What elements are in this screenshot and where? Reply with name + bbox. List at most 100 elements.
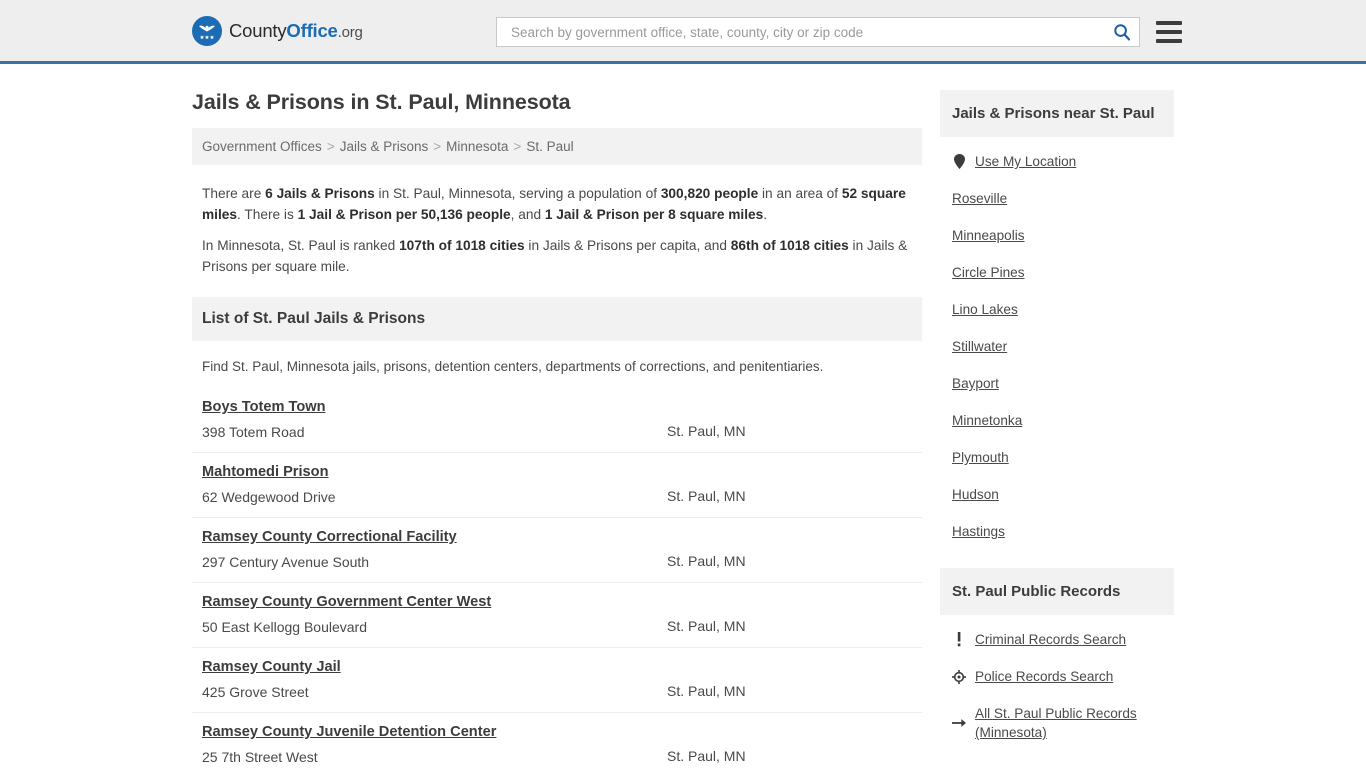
public-record-label[interactable]: All St. Paul Public Records (Minnesota) (975, 704, 1174, 742)
public-record-label[interactable]: Criminal Records Search (975, 630, 1126, 649)
facility-address: 398 Totem Road (202, 424, 305, 440)
facility-name-link[interactable]: Ramsey County Juvenile Detention Center (202, 724, 496, 740)
sidebar-item-roseville[interactable]: Roseville (952, 180, 1174, 217)
breadcrumb-separator: > (513, 139, 522, 154)
search-icon[interactable] (1113, 23, 1131, 41)
search-box[interactable] (496, 17, 1140, 47)
sidebar-item-use-my-location[interactable]: Use My Location (952, 143, 1174, 180)
stat-text: in St. Paul, Minnesota, serving a popula… (374, 186, 661, 201)
sidebar-item-hudson[interactable]: Hudson (952, 476, 1174, 513)
site-logo[interactable]: CountyOffice.org (192, 15, 363, 46)
nearby-city-label[interactable]: Plymouth (952, 448, 1009, 467)
table-row[interactable]: Ramsey County Correctional Facility 297 … (192, 518, 922, 583)
logo-text-office: Office (286, 19, 338, 41)
sidebar-heading-public-records: St. Paul Public Records (940, 568, 1174, 615)
sidebar-item-bayport[interactable]: Bayport (952, 365, 1174, 402)
hamburger-bar (1156, 39, 1182, 43)
facility-list: Boys Totem Town 398 Totem Road St. Paul,… (192, 388, 922, 768)
facility-name-link[interactable]: Ramsey County Correctional Facility (202, 529, 457, 545)
facility-name-link[interactable]: Ramsey County Government Center West (202, 594, 491, 610)
public-records-block: St. Paul Public Records Criminal Records… (940, 568, 1174, 751)
nearby-city-label[interactable]: Minnetonka (952, 411, 1022, 430)
facility-address: 62 Wedgewood Drive (202, 489, 336, 505)
sidebar-item-minneapolis[interactable]: Minneapolis (952, 217, 1174, 254)
arrow-right-icon (952, 717, 966, 729)
table-row[interactable]: Boys Totem Town 398 Totem Road St. Paul,… (192, 388, 922, 453)
table-row[interactable]: Ramsey County Government Center West 50 … (192, 583, 922, 648)
listing-details: Ramsey County Jail 425 Grove Street (202, 658, 667, 700)
facility-address: 50 East Kellogg Boulevard (202, 619, 367, 635)
statistics-section: There are 6 Jails & Prisons in St. Paul,… (192, 165, 922, 277)
table-row[interactable]: Ramsey County Jail 425 Grove Street St. … (192, 648, 922, 713)
police-badge-crosshair-icon (952, 669, 966, 684)
facility-city: St. Paul, MN (667, 423, 746, 439)
search-input[interactable] (509, 23, 1113, 41)
logo-text-county: County (229, 19, 287, 41)
listing-details: Ramsey County Correctional Facility 297 … (202, 528, 667, 570)
breadcrumb-item-jails-prisons[interactable]: Jails & Prisons (340, 139, 429, 154)
hamburger-bar (1156, 21, 1182, 25)
use-my-location-label[interactable]: Use My Location (975, 152, 1076, 171)
site-header: CountyOffice.org (0, 0, 1366, 64)
hamburger-bar (1156, 30, 1182, 34)
table-row[interactable]: Mahtomedi Prison 62 Wedgewood Drive St. … (192, 453, 922, 518)
sidebar-item-minnetonka[interactable]: Minnetonka (952, 402, 1174, 439)
stat-text: . There is (237, 207, 298, 222)
breadcrumb-item-government-offices[interactable]: Government Offices (202, 139, 322, 154)
public-record-label[interactable]: Police Records Search (975, 667, 1113, 686)
search-zone (496, 17, 1182, 47)
stat-per-square-mile: 1 Jail & Prison per 8 square miles (544, 207, 764, 222)
nearby-links-list: Use My Location Roseville Minneapolis Ci… (940, 137, 1174, 550)
sidebar-item-criminal-records-search[interactable]: Criminal Records Search (952, 621, 1174, 658)
nearby-city-label[interactable]: Minneapolis (952, 226, 1025, 245)
facility-city: St. Paul, MN (667, 748, 746, 764)
facility-address: 297 Century Avenue South (202, 554, 370, 570)
sidebar-item-lino-lakes[interactable]: Lino Lakes (952, 291, 1174, 328)
list-section-heading: List of St. Paul Jails & Prisons (192, 297, 922, 341)
breadcrumb-item-minnesota[interactable]: Minnesota (446, 139, 508, 154)
nearby-city-label[interactable]: Stillwater (952, 337, 1007, 356)
stat-rank-per-capita: 107th of 1018 cities (399, 238, 525, 253)
stat-population: 300,820 people (660, 186, 759, 201)
eagle-shield-logo-icon (192, 15, 222, 46)
facility-city: St. Paul, MN (667, 618, 746, 634)
sidebar: Jails & Prisons near St. Paul Use My Loc… (940, 64, 1174, 768)
sidebar-item-stillwater[interactable]: Stillwater (952, 328, 1174, 365)
nearby-city-label[interactable]: Hudson (952, 485, 999, 504)
listing-details: Ramsey County Juvenile Detention Center … (202, 723, 667, 765)
facility-name-link[interactable]: Mahtomedi Prison (202, 464, 329, 480)
nearby-city-label[interactable]: Hastings (952, 522, 1005, 541)
stat-text: In Minnesota, St. Paul is ranked (202, 238, 400, 253)
stat-text: There are (202, 186, 266, 201)
exclamation-icon (952, 632, 966, 647)
listing-details: Ramsey County Government Center West 50 … (202, 593, 667, 635)
nearby-city-label[interactable]: Roseville (952, 189, 1007, 208)
map-pin-icon (952, 154, 966, 169)
nearby-city-label[interactable]: Circle Pines (952, 263, 1025, 282)
statistics-paragraph-1: There are 6 Jails & Prisons in St. Paul,… (202, 183, 912, 225)
sidebar-item-circle-pines[interactable]: Circle Pines (952, 254, 1174, 291)
hamburger-menu-icon[interactable] (1156, 21, 1182, 43)
stat-text: . (763, 207, 768, 222)
statistics-paragraph-2: In Minnesota, St. Paul is ranked 107th o… (202, 235, 912, 277)
main-content: Jails & Prisons in St. Paul, Minnesota G… (192, 64, 922, 768)
sidebar-item-police-records-search[interactable]: Police Records Search (952, 658, 1174, 695)
table-row[interactable]: Ramsey County Juvenile Detention Center … (192, 713, 922, 768)
facility-name-link[interactable]: Ramsey County Jail (202, 659, 341, 675)
stat-text: in Jails & Prisons per capita, and (524, 238, 731, 253)
stat-text: , and (510, 207, 545, 222)
sidebar-item-plymouth[interactable]: Plymouth (952, 439, 1174, 476)
nearby-city-label[interactable]: Lino Lakes (952, 300, 1018, 319)
facility-address: 425 Grove Street (202, 684, 309, 700)
sidebar-heading-nearby: Jails & Prisons near St. Paul (940, 90, 1174, 137)
public-records-links-list: Criminal Records Search Police Records S… (940, 615, 1174, 751)
breadcrumb: Government Offices > Jails & Prisons > Minne… (192, 128, 922, 165)
nearby-city-label[interactable]: Bayport (952, 374, 999, 393)
logo-text-org: .org (337, 23, 363, 41)
facility-name-link[interactable]: Boys Totem Town (202, 399, 326, 415)
facility-city: St. Paul, MN (667, 553, 746, 569)
facility-city: St. Paul, MN (667, 488, 746, 504)
sidebar-item-hastings[interactable]: Hastings (952, 513, 1174, 550)
sidebar-item-all-public-records[interactable]: All St. Paul Public Records (Minnesota) (952, 695, 1174, 751)
breadcrumb-item-st-paul[interactable]: St. Paul (526, 139, 573, 154)
